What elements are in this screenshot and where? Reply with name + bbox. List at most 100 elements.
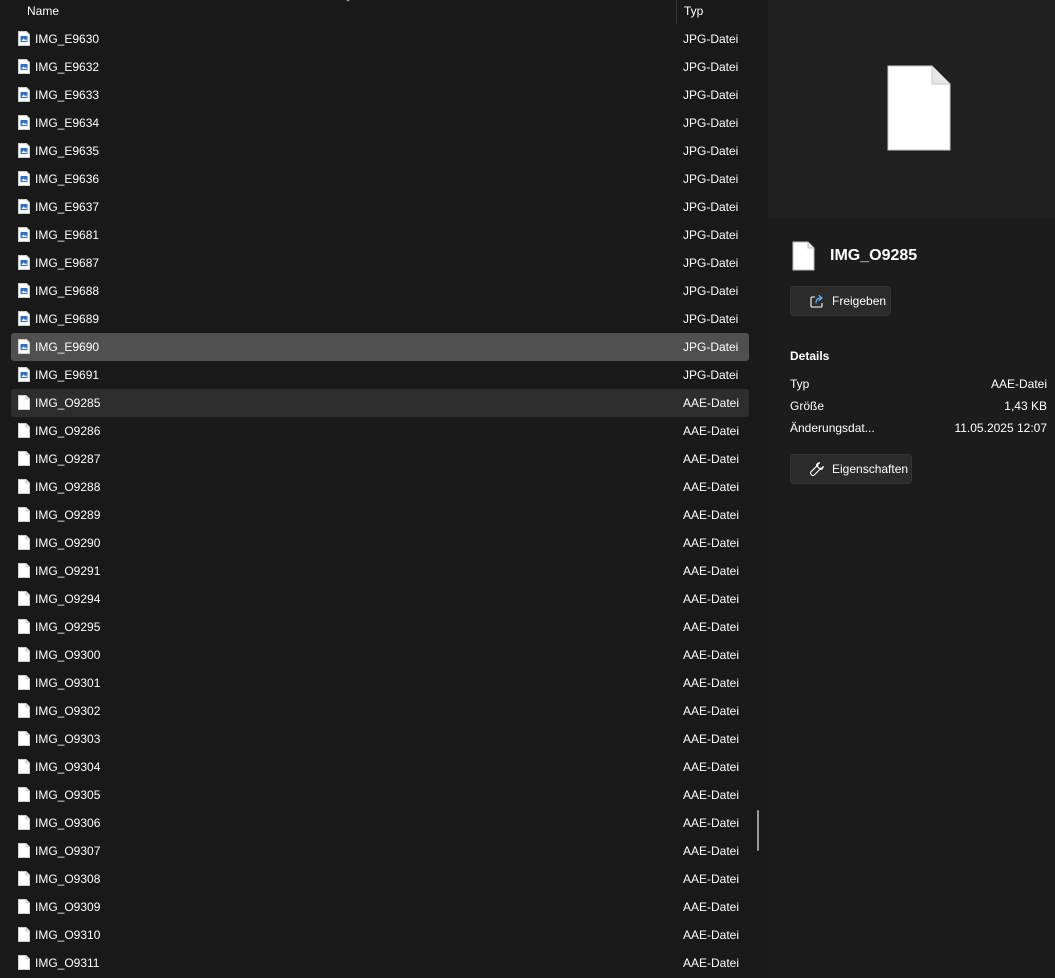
table-row[interactable]: IMG_O9290 AAE-Datei — [11, 529, 749, 557]
jpg-file-icon — [18, 255, 30, 270]
file-type: AAE-Datei — [683, 620, 740, 634]
jpg-file-icon — [18, 143, 30, 158]
blank-file-icon — [18, 479, 30, 494]
jpg-file-icon — [18, 59, 30, 74]
file-type: JPG-Datei — [683, 312, 739, 326]
file-name: IMG_O9291 — [35, 564, 101, 578]
table-row[interactable]: IMG_O9310 AAE-Datei — [11, 921, 749, 949]
file-type: AAE-Datei — [683, 452, 740, 466]
prop-label-type: Typ — [790, 377, 810, 391]
preview-area — [768, 0, 1055, 218]
table-row[interactable]: IMG_E9632 JPG-Datei — [11, 53, 749, 81]
file-type: AAE-Datei — [683, 760, 740, 774]
vertical-scrollbar[interactable] — [757, 810, 759, 851]
table-row[interactable]: IMG_O9308 AAE-Datei — [11, 865, 749, 893]
blank-file-icon — [18, 647, 30, 662]
file-list-pane: Name Typ IMG_E9630 JPG-Datei IMG_E9632 JPG-… — [0, 0, 766, 978]
blank-file-icon — [18, 787, 30, 802]
file-type: AAE-Datei — [683, 844, 740, 858]
table-row[interactable]: IMG_E9681 JPG-Datei — [11, 221, 749, 249]
file-type: JPG-Datei — [683, 172, 739, 186]
table-row[interactable]: IMG_O9287 AAE-Datei — [11, 445, 749, 473]
table-row[interactable]: IMG_E9634 JPG-Datei — [11, 109, 749, 137]
table-row[interactable]: IMG_E9635 JPG-Datei — [11, 137, 749, 165]
file-type: AAE-Datei — [683, 704, 740, 718]
table-row[interactable]: IMG_E9687 JPG-Datei — [11, 249, 749, 277]
properties-button[interactable]: Eigenschaften — [790, 454, 912, 484]
file-type: AAE-Datei — [683, 676, 740, 690]
prop-label-size: Größe — [790, 399, 825, 413]
file-type: JPG-Datei — [683, 340, 739, 354]
file-type: AAE-Datei — [683, 564, 740, 578]
jpg-file-icon — [18, 87, 30, 102]
file-name: IMG_O9302 — [35, 704, 101, 718]
table-row[interactable]: IMG_O9289 AAE-Datei — [11, 501, 749, 529]
blank-file-icon — [18, 955, 30, 970]
file-name: IMG_E9632 — [35, 60, 100, 74]
selected-file-name: IMG_O9285 — [830, 247, 918, 264]
file-name: IMG_O9287 — [35, 452, 101, 466]
table-row[interactable]: IMG_O9294 AAE-Datei — [11, 585, 749, 613]
table-row[interactable]: IMG_O9295 AAE-Datei — [11, 613, 749, 641]
share-button[interactable]: Freigeben — [790, 286, 891, 316]
blank-file-icon — [18, 591, 30, 606]
blank-file-icon — [18, 731, 30, 746]
file-name: IMG_O9289 — [35, 508, 101, 522]
table-row[interactable]: IMG_O9302 AAE-Datei — [11, 697, 749, 725]
table-row[interactable]: IMG_O9309 AAE-Datei — [11, 893, 749, 921]
blank-file-icon — [18, 927, 30, 942]
table-row[interactable]: IMG_E9633 JPG-Datei — [11, 81, 749, 109]
blank-file-icon — [18, 843, 30, 858]
file-list: IMG_E9630 JPG-Datei IMG_E9632 JPG-Datei IMG_… — [11, 25, 749, 977]
table-row[interactable]: IMG_O9305 AAE-Datei — [11, 781, 749, 809]
file-name: IMG_E9691 — [35, 368, 100, 382]
column-divider[interactable] — [676, 0, 677, 24]
blank-file-icon — [18, 507, 30, 522]
table-row[interactable]: IMG_O9304 AAE-Datei — [11, 753, 749, 781]
file-name: IMG_E9630 — [35, 32, 100, 46]
file-name: IMG_O9308 — [35, 872, 101, 886]
file-name: IMG_E9634 — [35, 116, 100, 130]
file-type: AAE-Datei — [683, 788, 740, 802]
table-row[interactable]: IMG_E9688 JPG-Datei — [11, 277, 749, 305]
file-name: IMG_O9306 — [35, 816, 101, 830]
file-type: JPG-Datei — [683, 256, 739, 270]
blank-file-icon — [18, 619, 30, 634]
table-row[interactable]: IMG_O9301 AAE-Datei — [11, 669, 749, 697]
table-row[interactable]: IMG_E9636 JPG-Datei — [11, 165, 749, 193]
table-row[interactable]: IMG_O9311 AAE-Datei — [11, 949, 749, 977]
table-row[interactable]: IMG_O9286 AAE-Datei — [11, 417, 749, 445]
file-icon — [792, 241, 815, 271]
jpg-file-icon — [18, 283, 30, 298]
file-type: AAE-Datei — [683, 424, 740, 438]
table-row[interactable]: IMG_O9291 AAE-Datei — [11, 557, 749, 585]
table-row[interactable]: IMG_E9630 JPG-Datei — [11, 25, 749, 53]
table-row[interactable]: IMG_O9307 AAE-Datei — [11, 837, 749, 865]
table-row[interactable]: IMG_O9300 AAE-Datei — [11, 641, 749, 669]
file-name: IMG_E9637 — [35, 200, 100, 214]
blank-file-icon — [18, 871, 30, 886]
jpg-file-icon — [18, 227, 30, 242]
table-row[interactable]: IMG_O9306 AAE-Datei — [11, 809, 749, 837]
file-name: IMG_O9290 — [35, 536, 101, 550]
column-header-type[interactable]: Typ — [684, 4, 703, 18]
table-row[interactable]: IMG_O9303 AAE-Datei — [11, 725, 749, 753]
prop-label-modified: Änderungsdat... — [790, 421, 875, 435]
file-explorer: Name Typ IMG_E9630 JPG-Datei IMG_E9632 JPG-… — [0, 0, 1055, 978]
file-name: IMG_O9309 — [35, 900, 101, 914]
table-row[interactable]: IMG_E9689 JPG-Datei — [11, 305, 749, 333]
blank-file-icon — [18, 759, 30, 774]
file-name: IMG_O9307 — [35, 844, 101, 858]
table-row[interactable]: IMG_O9288 AAE-Datei — [11, 473, 749, 501]
file-name: IMG_E9681 — [35, 228, 100, 242]
table-row[interactable]: IMG_O9285 AAE-Datei — [11, 389, 749, 417]
prop-value-size: 1,43 KB — [1004, 399, 1047, 413]
column-header-name[interactable]: Name — [27, 4, 59, 18]
table-row[interactable]: IMG_E9691 JPG-Datei — [11, 361, 749, 389]
table-row[interactable]: IMG_E9690 JPG-Datei — [11, 333, 749, 361]
file-type: AAE-Datei — [683, 396, 740, 410]
wrench-icon — [809, 462, 824, 477]
table-row[interactable]: IMG_E9637 JPG-Datei — [11, 193, 749, 221]
file-type: AAE-Datei — [683, 928, 740, 942]
file-name: IMG_O9300 — [35, 648, 101, 662]
